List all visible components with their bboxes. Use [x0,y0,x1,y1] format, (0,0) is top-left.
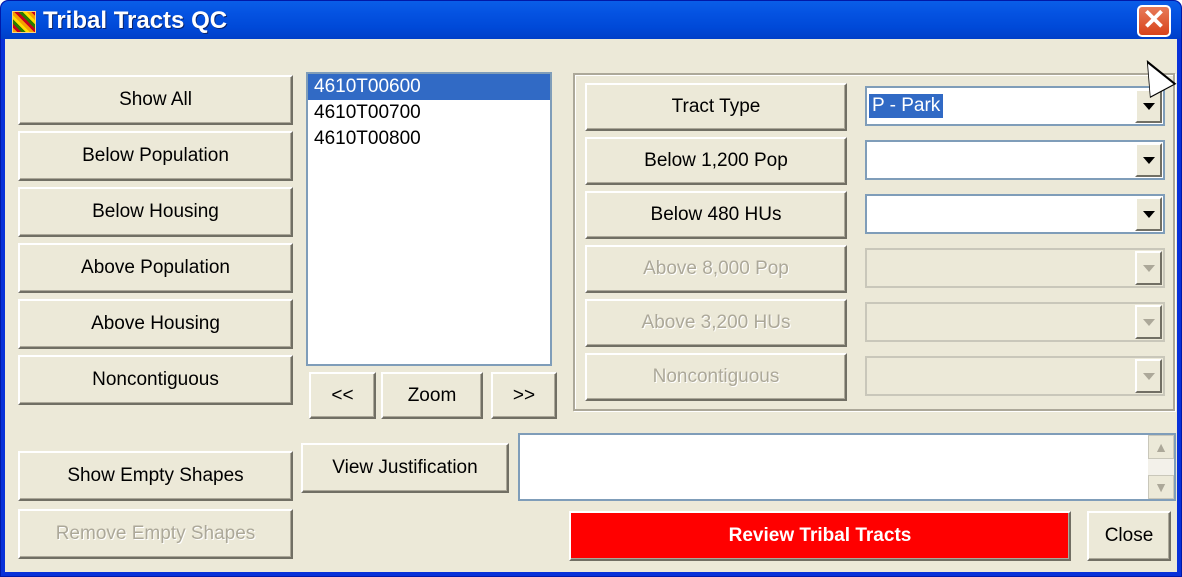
next-button[interactable]: >> [491,372,557,419]
zoom-button[interactable]: Zoom [381,372,483,419]
dropdown-arrow-icon[interactable] [1135,197,1162,231]
close-button[interactable]: Close [1087,511,1171,561]
app-icon [12,11,36,33]
dialog-client: Show All Below Population Below Housing … [5,39,1177,572]
tract-type-combo[interactable]: P - Park [865,86,1165,126]
title-bar[interactable]: Tribal Tracts QC ✕ [1,1,1181,39]
noncontiguous-button[interactable]: Noncontiguous [18,355,293,405]
show-all-button[interactable]: Show All [18,75,293,125]
scroll-up-icon[interactable]: ▲ [1148,435,1174,459]
dialog-window: Tribal Tracts QC ✕ Show All Below Popula… [0,0,1182,577]
dropdown-arrow-icon[interactable] [1135,143,1162,177]
below-pop-combo[interactable] [865,140,1165,180]
above-housing-button[interactable]: Above Housing [18,299,293,349]
list-item[interactable]: 4610T00700 [308,100,550,126]
close-window-button[interactable]: ✕ [1137,5,1171,37]
tract-type-value: P - Park [869,94,944,118]
remove-empty-shapes-button[interactable]: Remove Empty Shapes [18,509,293,559]
above-pop-combo[interactable] [865,248,1165,288]
window-title: Tribal Tracts QC [43,7,228,34]
above-8000-pop-button[interactable]: Above 8,000 Pop [585,245,847,293]
dropdown-arrow-icon[interactable] [1135,251,1162,285]
below-population-button[interactable]: Below Population [18,131,293,181]
below-1200-pop-button[interactable]: Below 1,200 Pop [585,137,847,185]
above-3200-hus-button[interactable]: Above 3,200 HUs [585,299,847,347]
previous-button[interactable]: << [309,372,376,419]
below-hus-combo[interactable] [865,194,1165,234]
noncontiguous-criteria-button[interactable]: Noncontiguous [585,353,847,401]
list-item[interactable]: 4610T00600 [308,74,550,100]
tract-list[interactable]: 4610T00600 4610T00700 4610T00800 [306,72,552,366]
dropdown-arrow-icon[interactable] [1135,359,1162,393]
tract-type-button[interactable]: Tract Type [585,83,847,131]
justification-textarea[interactable]: ▲ ▼ [518,433,1176,501]
noncontiguous-combo[interactable] [865,356,1165,396]
below-housing-button[interactable]: Below Housing [18,187,293,237]
scroll-down-icon[interactable]: ▼ [1148,475,1174,499]
list-item[interactable]: 4610T00800 [308,126,550,152]
review-tribal-tracts-button[interactable]: Review Tribal Tracts [569,511,1071,561]
above-population-button[interactable]: Above Population [18,243,293,293]
scrollbar[interactable]: ▲ ▼ [1148,435,1174,499]
dropdown-arrow-icon[interactable] [1135,305,1162,339]
above-hus-combo[interactable] [865,302,1165,342]
below-480-hus-button[interactable]: Below 480 HUs [585,191,847,239]
show-empty-shapes-button[interactable]: Show Empty Shapes [18,451,293,501]
view-justification-button[interactable]: View Justification [301,443,509,493]
